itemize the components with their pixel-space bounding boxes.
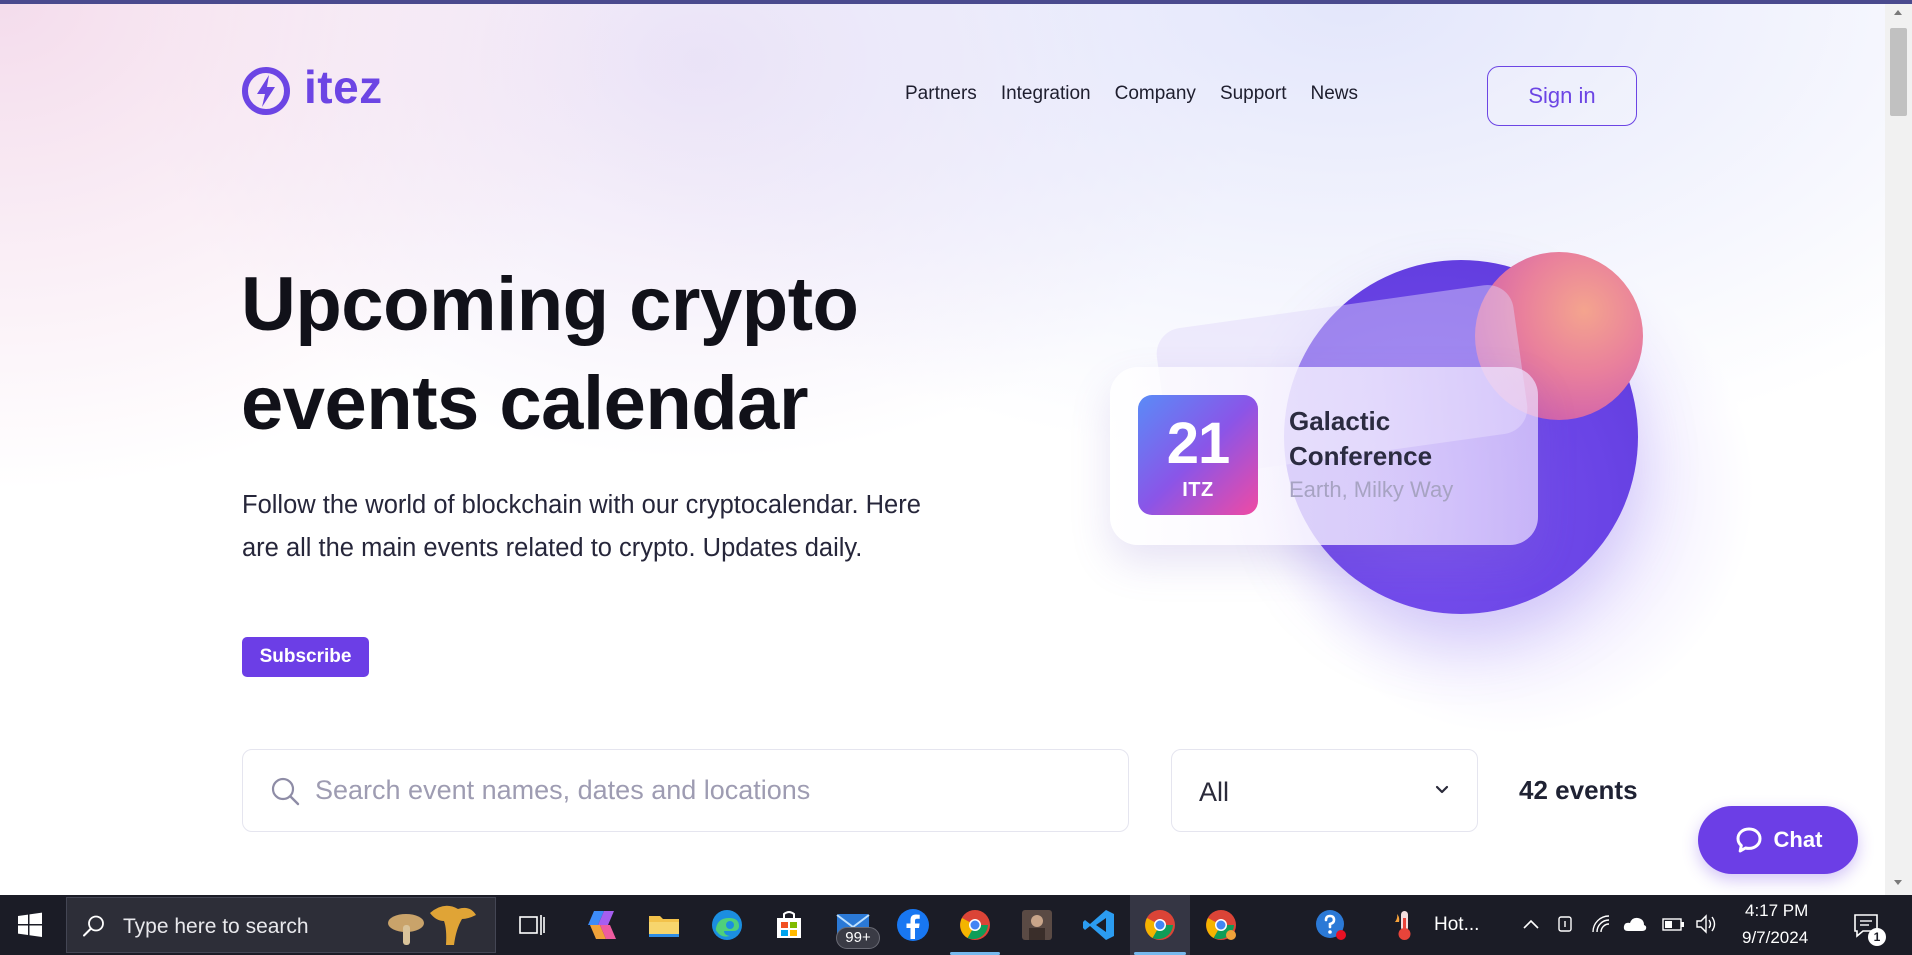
chevron-down-icon bbox=[1435, 785, 1449, 794]
microsoft-store-icon[interactable] bbox=[769, 905, 809, 945]
battery-icon[interactable] bbox=[1660, 914, 1686, 934]
task-view-icon[interactable] bbox=[512, 905, 552, 945]
chrome-icon[interactable] bbox=[955, 905, 995, 945]
scroll-up-arrow-icon[interactable] bbox=[1894, 10, 1902, 15]
page-scrollbar[interactable] bbox=[1885, 4, 1912, 895]
game-app-icon[interactable] bbox=[1017, 905, 1057, 945]
onedrive-cloud-icon[interactable] bbox=[1622, 913, 1648, 935]
nav-partners[interactable]: Partners bbox=[905, 82, 977, 106]
nav-support[interactable]: Support bbox=[1220, 82, 1287, 106]
windows-logo-icon bbox=[18, 912, 42, 937]
event-search-box[interactable] bbox=[242, 749, 1129, 832]
chat-button[interactable]: Chat bbox=[1698, 806, 1858, 874]
nav-integration[interactable]: Integration bbox=[1001, 82, 1091, 106]
vscode-icon[interactable] bbox=[1079, 905, 1119, 945]
page-title: Upcoming crypto events calendar bbox=[241, 262, 859, 446]
volume-icon[interactable] bbox=[1694, 913, 1718, 935]
scroll-down-arrow-icon[interactable] bbox=[1894, 880, 1902, 885]
mail-badge: 99+ bbox=[836, 927, 880, 949]
event-location: Earth, Milky Way bbox=[1289, 477, 1454, 502]
event-filter-select[interactable]: All bbox=[1171, 749, 1478, 832]
events-count: 42 events bbox=[1519, 775, 1638, 805]
scroll-thumb[interactable] bbox=[1890, 28, 1907, 116]
clock-date[interactable]: 9/7/2024 bbox=[1742, 928, 1808, 948]
itez-logo[interactable]: itez bbox=[241, 61, 383, 116]
filter-selected-value: All bbox=[1199, 777, 1230, 807]
search-highlight-mushroom-icon bbox=[388, 905, 476, 945]
event-name: Galactic Conference bbox=[1289, 406, 1433, 471]
file-explorer-icon[interactable] bbox=[644, 905, 684, 945]
weather-text[interactable]: Hot... bbox=[1434, 915, 1479, 935]
chat-label: Chat bbox=[1773, 827, 1823, 852]
search-icon bbox=[271, 777, 300, 806]
taskbar-search-icon bbox=[83, 915, 104, 937]
search-input[interactable] bbox=[315, 750, 1095, 830]
event-date-badge: 21 ITZ bbox=[1138, 395, 1258, 515]
copilot-icon[interactable] bbox=[582, 905, 622, 945]
chrome-profile-icon[interactable] bbox=[1201, 905, 1241, 945]
lightning-logo-icon bbox=[242, 67, 290, 115]
hero-subtitle: Follow the world of blockchain with our … bbox=[242, 491, 921, 562]
help-icon[interactable] bbox=[1311, 905, 1351, 945]
meet-now-icon[interactable] bbox=[1556, 913, 1574, 935]
nav-company[interactable]: Company bbox=[1115, 82, 1196, 106]
windows-taskbar: Type here to search 99+ Hot... 4:17 PM 9… bbox=[0, 895, 1912, 955]
taskbar-search-text: Type here to search bbox=[123, 915, 309, 938]
main-nav: Partners Integration Company Support New… bbox=[905, 82, 1358, 106]
chrome-active-window-icon[interactable] bbox=[1140, 905, 1180, 945]
edge-browser-icon[interactable] bbox=[707, 905, 747, 945]
chat-bubble-icon bbox=[1736, 827, 1762, 853]
start-button[interactable] bbox=[0, 895, 60, 955]
wifi-icon[interactable] bbox=[1590, 913, 1612, 935]
clock-time[interactable]: 4:17 PM bbox=[1745, 901, 1808, 921]
show-hidden-icons-chevron-icon[interactable] bbox=[1522, 917, 1540, 931]
logo-text: itez bbox=[304, 61, 383, 113]
weather-thermometer-icon bbox=[1384, 905, 1424, 945]
event-tag: ITZ bbox=[1182, 479, 1214, 501]
facebook-icon[interactable] bbox=[893, 905, 933, 945]
browser-top-strip bbox=[0, 0, 1912, 4]
sign-in-button[interactable]: Sign in bbox=[1487, 66, 1637, 126]
event-day: 21 bbox=[1166, 411, 1231, 476]
web-page: itez Partners Integration Company Suppor… bbox=[0, 0, 1912, 895]
notification-count-badge: 1 bbox=[1868, 928, 1886, 946]
subscribe-button[interactable]: Subscribe bbox=[242, 637, 369, 677]
nav-news[interactable]: News bbox=[1310, 82, 1358, 106]
